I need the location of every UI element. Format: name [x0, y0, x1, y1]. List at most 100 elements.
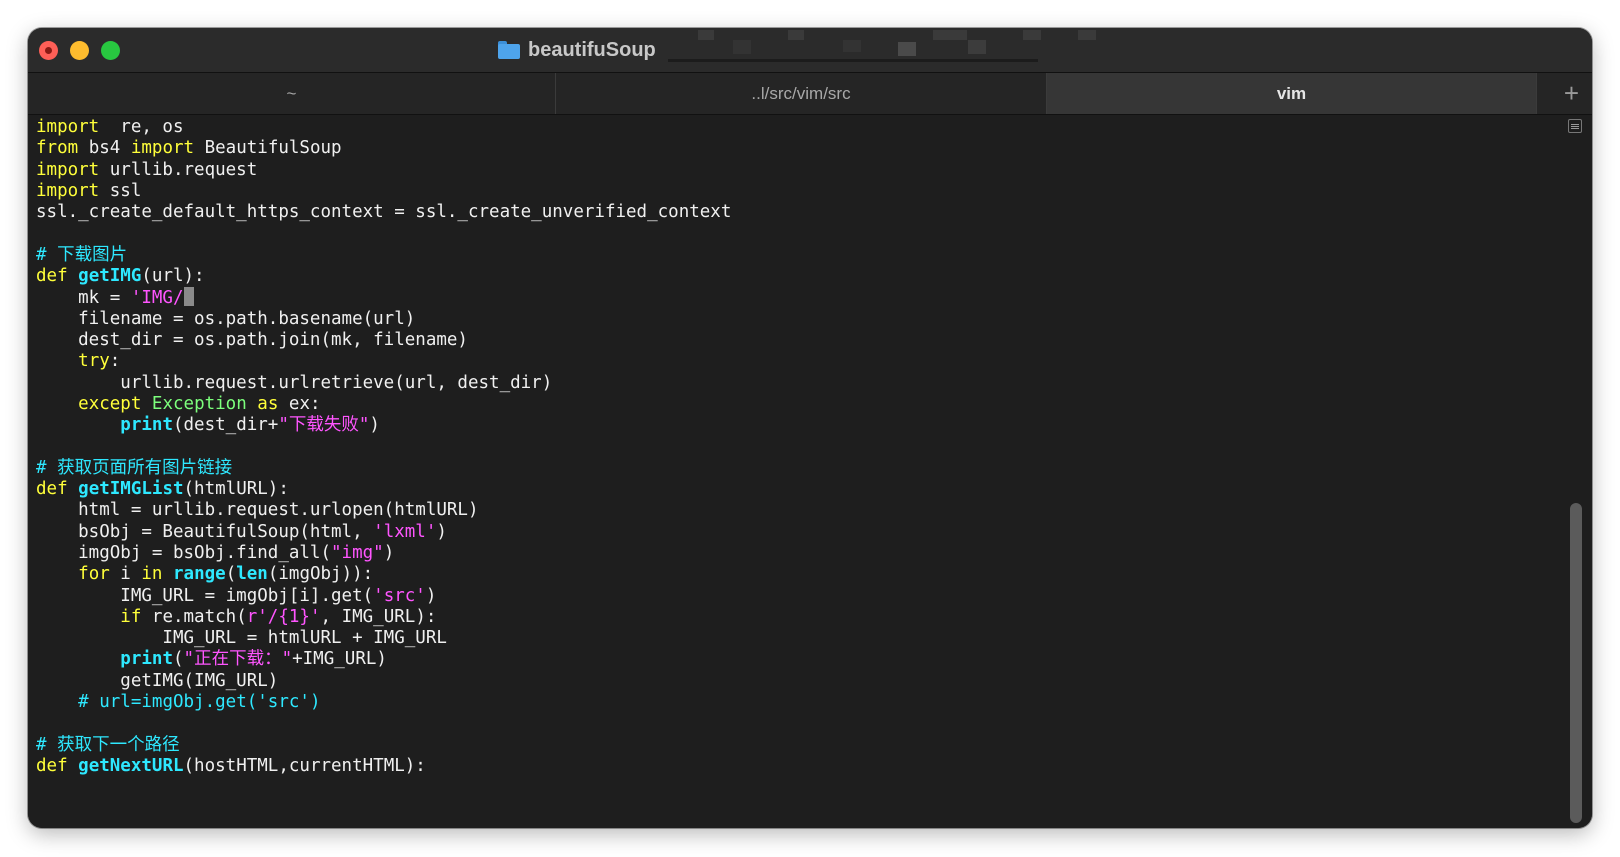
scrollbar-menu-icon[interactable]	[1568, 119, 1582, 133]
code-line: filename = os.path.basename(url)	[36, 309, 731, 330]
code-line: mk = 'IMG/	[36, 287, 731, 308]
code-token: IMG_URL = htmlURL + IMG_URL	[36, 628, 447, 649]
code-line: html = urllib.request.urlopen(htmlURL)	[36, 500, 731, 521]
code-token: "下载失败"	[278, 415, 370, 436]
terminal-content[interactable]: import re, os from bs4 import BeautifulSo…	[28, 115, 1558, 828]
code-token: print	[120, 415, 173, 436]
window-title-text: beautifuSoup	[528, 38, 656, 61]
code-token: urllib.request	[99, 159, 258, 180]
code-token: filename = os.path.basename(url)	[36, 308, 416, 329]
code-line: imgObj = bsObj.find_all("img")	[36, 543, 731, 564]
code-token: Exception	[151, 393, 247, 414]
scroll-thumb[interactable]	[1570, 503, 1582, 823]
code-token: (hostHTML,currentHTML):	[183, 755, 426, 776]
close-dot-icon	[45, 47, 52, 54]
code-token: import	[130, 138, 195, 159]
code-line: import re, os	[36, 117, 731, 138]
scrollbar[interactable]	[1560, 115, 1592, 828]
code-token: i	[109, 564, 142, 585]
code-line: urllib.request.urlretrieve(url, dest_dir…	[36, 373, 731, 394]
code-token: )	[425, 585, 437, 606]
code-token: def	[36, 755, 68, 776]
code-line: except Exception as ex:	[36, 394, 731, 415]
tab-label: ..l/src/vim/src	[751, 83, 851, 103]
code-line: bsObj = BeautifulSoup(html, 'lxml')	[36, 522, 731, 543]
close-window-button[interactable]	[39, 41, 58, 60]
code-token: print	[120, 649, 173, 670]
code-token: 'src'	[373, 585, 426, 606]
code-line: import ssl	[36, 181, 731, 202]
code-token: )	[436, 521, 447, 542]
code-token: (dest_dir+	[172, 415, 279, 436]
terminal-window: beautifuSoup ~ ..l/src/vim/src vim + imp…	[28, 28, 1592, 828]
minimize-window-button[interactable]	[70, 41, 89, 60]
code-token: r'/{1}'	[246, 606, 321, 627]
code-token: +IMG_URL)	[292, 649, 387, 670]
code-token: (url):	[141, 266, 205, 287]
code-token: re, os	[99, 117, 184, 137]
code-token: if	[120, 606, 142, 627]
code-token: re.match(	[141, 606, 247, 627]
code-token: "img"	[331, 542, 384, 563]
code-token: getIMG	[78, 266, 142, 287]
code-editor[interactable]: import re, os from bs4 import BeautifulSo…	[36, 117, 731, 777]
tab-home[interactable]: ~	[28, 73, 556, 114]
code-line: # url=imgObj.get('src')	[36, 692, 731, 713]
code-line: IMG_URL = htmlURL + IMG_URL	[36, 628, 731, 649]
tab-vim-src[interactable]: ..l/src/vim/src	[556, 73, 1047, 114]
scroll-track[interactable]	[1570, 143, 1582, 823]
code-line: try:	[36, 351, 731, 372]
code-token: mk =	[36, 288, 131, 309]
code-token: except	[78, 393, 142, 414]
code-token: 'IMG/	[130, 288, 184, 309]
text-cursor	[183, 287, 194, 307]
code-token: getIMG(IMG_URL)	[36, 670, 279, 691]
code-line: ssl._create_default_https_context = ssl.…	[36, 202, 731, 223]
code-token: (imgObj)):	[267, 564, 374, 585]
title-bar[interactable]: beautifuSoup	[28, 28, 1592, 73]
code-token: (htmlURL):	[183, 479, 289, 500]
new-tab-button[interactable]: +	[1551, 73, 1592, 114]
tab-vim[interactable]: vim	[1047, 73, 1537, 114]
code-line: def getNextURL(hostHTML,currentHTML):	[36, 756, 731, 777]
code-token: range	[173, 564, 226, 585]
code-token: ex:	[278, 393, 321, 414]
code-token: len	[236, 564, 268, 585]
tab-label: ~	[286, 83, 297, 103]
code-token: )	[383, 542, 395, 563]
tab-bar: ~ ..l/src/vim/src vim +	[28, 73, 1592, 115]
code-token: import	[36, 117, 100, 137]
code-token: "正在下载："	[183, 649, 293, 670]
code-line: getIMG(IMG_URL)	[36, 671, 731, 692]
code-token: # 下载图片	[36, 244, 128, 265]
code-token: # 获取下一个路径	[36, 734, 180, 755]
maximize-window-button[interactable]	[101, 41, 120, 60]
code-token: IMG_URL = imgObj[i].get(	[36, 585, 374, 606]
code-token: bsObj = BeautifulSoup(html,	[36, 521, 374, 542]
code-line: # 获取页面所有图片链接	[36, 458, 731, 479]
folder-icon	[498, 41, 520, 59]
code-token: html = urllib.request.urlopen(htmlURL)	[36, 500, 479, 521]
code-line: from bs4 import BeautifulSoup	[36, 138, 731, 159]
code-token: :	[109, 351, 121, 372]
code-token: imgObj = bsObj.find_all(	[36, 542, 332, 563]
code-token: ssl	[99, 180, 142, 201]
code-line: dest_dir = os.path.join(mk, filename)	[36, 330, 731, 351]
code-token: # url=imgObj.get('src')	[78, 692, 321, 713]
code-token: in	[141, 564, 163, 585]
code-token: import	[36, 180, 100, 201]
code-token: (	[172, 649, 184, 670]
